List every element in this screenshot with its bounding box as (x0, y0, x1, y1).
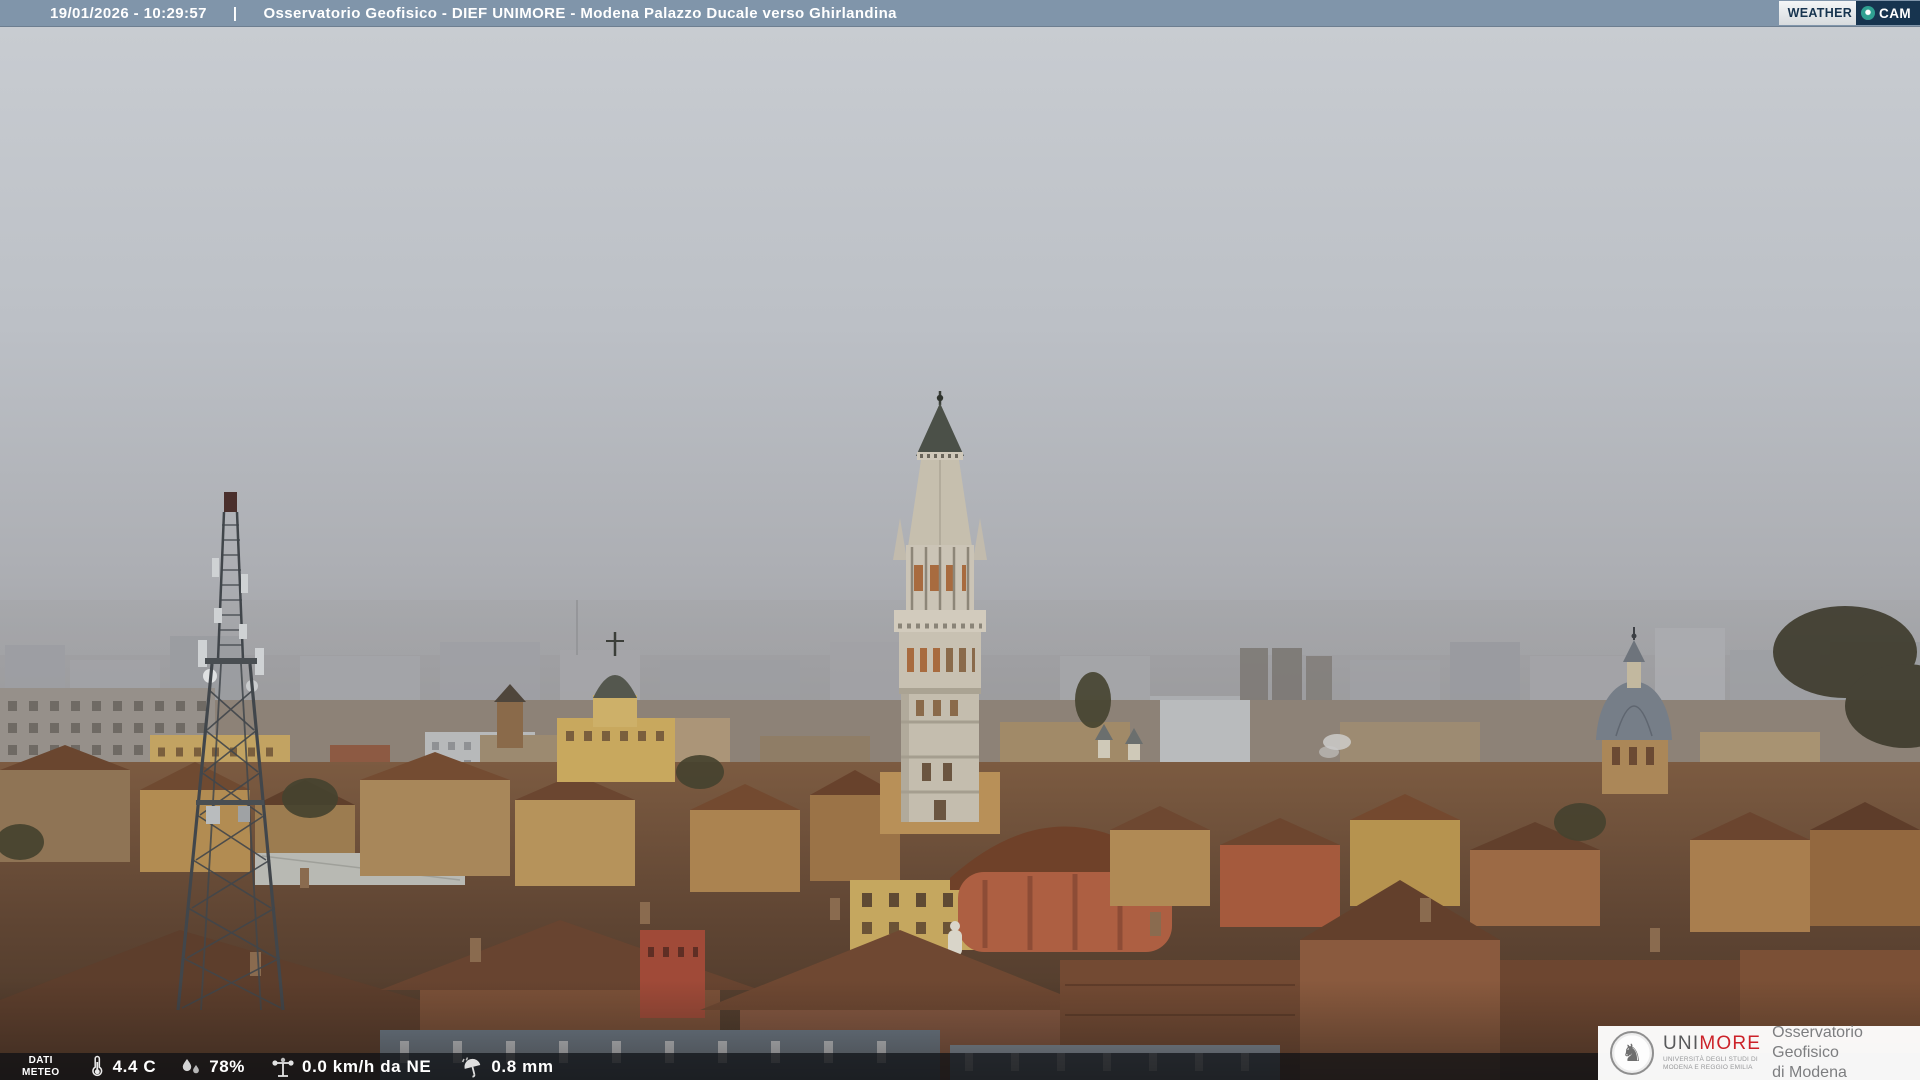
dati-meteo-label: DATI METEO (22, 1055, 60, 1078)
cityscape-graphic (0, 0, 1920, 1080)
observatory-name: Osservatorio Geofisico di Modena (1772, 1024, 1863, 1080)
camera-title: Osservatorio Geofisico - DIEF UNIMORE - … (263, 5, 897, 22)
separator: | (232, 5, 238, 22)
camera-lens-icon (1861, 6, 1876, 20)
wind-anemometer-icon (272, 1057, 294, 1077)
cam-segment: CAM (1856, 1, 1920, 25)
wind-reading: 0.0 km/h da NE (271, 1056, 431, 1078)
wind-value: 0.0 km/h da NE (302, 1056, 432, 1076)
top-bar: 19/01/2026 - 10:29:57 | Osservatorio Geo… (0, 0, 1920, 27)
humidity-icon (183, 1058, 200, 1073)
cam-word: CAM (1879, 5, 1911, 21)
rain-value: 0.8 mm (491, 1056, 554, 1076)
humidity-value: 78% (209, 1056, 246, 1076)
unimore-wordmark: UNIMORE UNIVERSITÀ DEGLI STUDI DI MODENA… (1663, 1034, 1761, 1073)
webcam-photo (0, 0, 1920, 1080)
thermometer-icon (91, 1055, 102, 1077)
rain-umbrella-icon (462, 1056, 481, 1078)
temperature-reading: 4.4 C (88, 1055, 157, 1078)
datetime-text: 19/01/2026 - 10:29:57 (50, 5, 207, 22)
temperature-value: 4.4 C (112, 1056, 157, 1076)
unimore-seal-icon: ♞ (1610, 1031, 1654, 1075)
webcam-view: 19/01/2026 - 10:29:57 | Osservatorio Geo… (0, 0, 1920, 1080)
humidity-reading: 78% (180, 1056, 245, 1078)
university-name: UNIVERSITÀ DEGLI STUDI DI MODENA E REGGI… (1663, 1055, 1758, 1071)
weather-word: WEATHER (1778, 1, 1857, 25)
more-text: MORE (1699, 1032, 1762, 1054)
weather-cam-logo: WEATHER CAM (1778, 1, 1920, 25)
unimore-panel: ♞ UNIMORE UNIVERSITÀ DEGLI STUDI DI MODE… (1598, 1024, 1920, 1080)
uni-text: UNI (1663, 1032, 1700, 1054)
rain-reading: 0.8 mm (461, 1056, 553, 1078)
